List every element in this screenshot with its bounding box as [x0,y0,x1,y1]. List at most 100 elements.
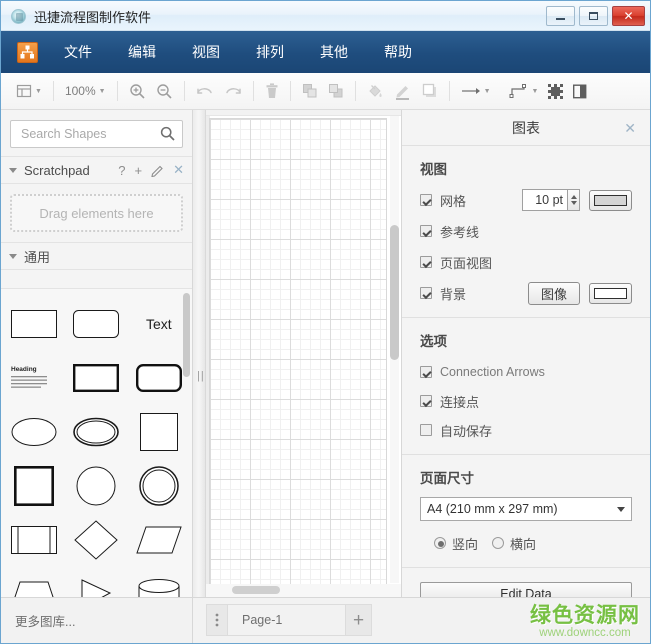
chevron-down-icon[interactable] [617,507,625,512]
close-icon[interactable]: ✕ [624,120,636,137]
page-menu-button[interactable] [206,604,228,636]
toolbar-separator [289,81,291,101]
maximize-button[interactable] [579,6,608,26]
double-ellipse-shape[interactable] [65,405,127,459]
page-tab-page-1[interactable]: Page-1 [228,604,346,636]
canvas-vertical-scroll-thumb[interactable] [390,225,399,360]
connection-arrows-checkbox[interactable] [420,366,432,378]
shape-palette[interactable]: Text Heading [1,288,192,597]
grid-size-input[interactable]: 10 pt [522,189,567,211]
connection-style-button[interactable]: ▼ [456,77,496,105]
canvas-horizontal-scroll-thumb[interactable] [232,586,280,594]
close-icon[interactable]: ✕ [173,162,184,178]
cylinder-shape[interactable] [128,567,190,597]
diamond-shape[interactable] [65,513,127,567]
background-checkbox[interactable] [420,287,432,299]
rectangle-shape[interactable] [3,297,65,351]
ellipse-shape[interactable] [3,405,65,459]
shapes-sidebar: Scratchpad ? + ✕ Drag elements here 通用 [1,110,193,597]
page-sheet[interactable] [209,118,387,597]
menu-item-arrange[interactable]: 排列 [246,38,294,66]
format-panel-toggle[interactable] [543,77,568,105]
chevron-down-icon[interactable] [9,167,17,173]
shape-row [3,459,190,513]
paper-size-heading: 页面尺寸 [420,471,474,486]
splitter-grip-icon[interactable]: || [197,371,204,382]
autosave-checkbox[interactable] [420,424,432,436]
sidebar-splitter[interactable]: || [193,110,206,597]
process-shape[interactable] [3,513,65,567]
menu-item-file[interactable]: 文件 [54,38,102,66]
outline-panel-toggle[interactable] [568,77,592,105]
pencil-icon[interactable] [151,164,164,177]
rounded-rectangle-shape[interactable] [65,297,127,351]
grid-checkbox[interactable] [420,194,432,206]
edit-data-button[interactable]: Edit Data [420,582,632,597]
grid-color-button[interactable] [589,189,632,211]
waypoints-button[interactable]: ▼ [504,77,544,105]
zoom-in-button[interactable] [124,77,151,105]
plus-icon[interactable]: + [135,163,143,178]
stepper-down-icon[interactable] [570,201,577,205]
send-to-back-button[interactable] [323,77,349,105]
palette-scrollbar-thumb[interactable] [183,293,190,377]
zoom-level-button[interactable]: 100% ▼ [60,77,111,105]
zoom-out-button[interactable] [151,77,178,105]
paper-size-select[interactable]: A4 (210 mm x 297 mm) [420,497,632,521]
orientation-portrait-radio[interactable] [434,537,446,549]
scratchpad-dropzone-label: Drag elements here [39,205,154,221]
menu-item-extras[interactable]: 其他 [310,38,358,66]
add-page-button[interactable]: + [346,604,372,636]
view-layout-button[interactable]: ▼ [11,77,47,105]
search-input[interactable] [19,121,159,147]
stepper-up-icon[interactable] [570,195,577,199]
toolbar-separator [354,81,356,101]
guides-checkbox[interactable] [420,225,432,237]
more-shapes-button[interactable]: 更多图库... [1,597,193,643]
background-image-button[interactable]: 图像 [528,281,580,305]
orientation-landscape-radio[interactable] [492,537,505,549]
trash-icon [266,82,278,98]
search-box[interactable] [10,120,183,148]
line-color-button[interactable] [389,77,417,105]
thick-square-shape[interactable] [3,459,65,513]
trapezoid-shape[interactable] [3,567,65,597]
undo-button[interactable] [191,77,219,105]
text-shape[interactable]: Text [128,297,190,351]
scratchpad-dropzone[interactable]: Drag elements here [10,194,183,232]
redo-button[interactable] [219,77,247,105]
menu-item-help[interactable]: 帮助 [374,38,422,66]
shape-row [3,405,190,459]
diagram-canvas[interactable] [206,110,401,597]
bring-to-front-button[interactable] [297,77,323,105]
chevron-down-icon[interactable] [9,253,17,259]
search-icon[interactable] [160,126,175,141]
page-view-checkbox[interactable] [420,256,432,268]
autosave-label: 自动保存 [440,423,493,439]
grid-size-stepper[interactable] [567,189,580,211]
fill-color-button[interactable] [362,77,389,105]
close-button[interactable]: ✕ [612,6,645,26]
background-color-button[interactable] [589,282,632,304]
menu-item-edit[interactable]: 编辑 [118,38,166,66]
triangle-shape[interactable] [65,567,127,597]
circle-shape[interactable] [65,459,127,513]
delete-button[interactable] [260,77,284,105]
question-icon[interactable]: ? [118,163,125,178]
square-shape[interactable] [128,405,190,459]
thick-rounded-rectangle-shape[interactable] [128,351,190,405]
menu-item-view[interactable]: 视图 [182,38,230,66]
application-window: 迅捷流程图制作软件 ✕ 文件 编辑 视图 排列 其他 帮助 ▼ 100% ▼ ▼… [0,0,651,644]
connection-points-checkbox[interactable] [420,395,432,407]
parallelogram-shape[interactable] [128,513,190,567]
minimize-icon [547,7,574,25]
general-section-header[interactable]: 通用 [1,242,192,270]
scratchpad-header[interactable]: Scratchpad ? + ✕ [1,156,192,184]
send-back-icon [328,84,343,98]
half-filled-square-icon [573,84,587,98]
minimize-button[interactable] [546,6,575,26]
shadow-button[interactable] [417,77,443,105]
double-circle-shape[interactable] [128,459,190,513]
textbox-shape[interactable]: Heading [3,351,65,405]
thick-rectangle-shape[interactable] [65,351,127,405]
